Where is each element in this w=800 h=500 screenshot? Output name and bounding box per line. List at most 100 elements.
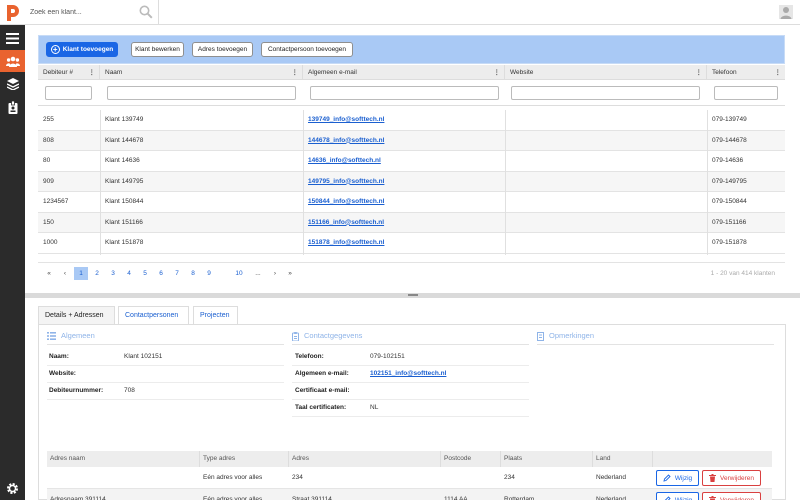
cell-name: Klant 151166 bbox=[105, 218, 143, 226]
page-button[interactable]: 3 bbox=[106, 267, 120, 280]
column-menu-icon[interactable]: ⋮ bbox=[89, 65, 96, 80]
filter-name-input[interactable] bbox=[107, 86, 296, 100]
delete-address-button[interactable]: Verwijderen bbox=[702, 470, 761, 486]
email-label: Algemeen e-mail: bbox=[295, 370, 349, 377]
cell-email[interactable]: 151878_info@softtech.nl bbox=[303, 233, 505, 254]
column-header-email[interactable]: Algemeen e-mail ⋮ bbox=[303, 65, 505, 80]
address-column-header[interactable]: Plaats bbox=[501, 451, 593, 467]
column-header-website[interactable]: Website ⋮ bbox=[505, 65, 707, 80]
page-button[interactable]: 1 bbox=[74, 267, 88, 280]
cell-email[interactable]: 151166_info@softtech.nl bbox=[303, 213, 505, 234]
debtor-number-value: 708 bbox=[124, 387, 135, 394]
splitter-grip-icon[interactable] bbox=[408, 294, 418, 296]
badge-icon[interactable] bbox=[0, 96, 25, 118]
table-row[interactable]: 1234567 Klant 150844 150844_info@softtech.… bbox=[38, 192, 785, 213]
address-column-header[interactable]: Postcode bbox=[441, 451, 501, 467]
pencil-icon bbox=[664, 496, 671, 500]
column-menu-icon[interactable]: ⋮ bbox=[696, 65, 703, 80]
column-divider bbox=[100, 110, 101, 255]
cell-phone: 079-150844 bbox=[712, 198, 747, 205]
prev-page-button[interactable]: ‹ bbox=[58, 267, 72, 280]
address-cell-address: 234 bbox=[292, 474, 303, 481]
edit-client-button[interactable]: Klant bewerken bbox=[131, 42, 184, 57]
section-contact-title: Contactgegevens bbox=[292, 330, 362, 342]
tab-contacts[interactable]: Contactpersonen bbox=[118, 306, 189, 324]
cell-debtor: 255 bbox=[43, 116, 54, 123]
last-page-button[interactable]: » bbox=[283, 267, 297, 280]
divider bbox=[292, 416, 529, 417]
website-label: Website: bbox=[49, 370, 76, 377]
page-button[interactable]: 2 bbox=[90, 267, 104, 280]
edit-address-button[interactable]: Wijzig bbox=[656, 492, 699, 500]
table-row[interactable]: 80 Klant 14636 14636_info@softtech.nl 079-1… bbox=[38, 151, 785, 172]
menu-icon[interactable] bbox=[0, 27, 25, 49]
search-icon[interactable] bbox=[139, 5, 153, 21]
column-menu-icon[interactable]: ⋮ bbox=[292, 65, 299, 80]
add-client-button[interactable]: + Klant toevoegen bbox=[46, 42, 118, 57]
cell-phone: 079-151166 bbox=[712, 218, 747, 226]
tab-projects[interactable]: Projecten bbox=[193, 306, 238, 324]
page-button[interactable]: 7 bbox=[170, 267, 184, 280]
cell-debtor: 150 bbox=[43, 218, 54, 226]
column-menu-icon[interactable]: ⋮ bbox=[775, 65, 782, 80]
edit-client-label: Klant bewerken bbox=[135, 46, 180, 53]
cell-email[interactable]: 150844_info@softtech.nl bbox=[303, 192, 505, 213]
column-header-phone[interactable]: Telefoon ⋮ bbox=[707, 65, 785, 80]
filter-email-input[interactable] bbox=[310, 86, 499, 100]
delete-address-button[interactable]: Verwijderen bbox=[702, 492, 761, 500]
column-divider bbox=[303, 110, 304, 255]
address-cell-type: Eén adres voor alles bbox=[203, 496, 263, 500]
address-column-header[interactable]: Type adres bbox=[200, 451, 289, 467]
filter-website-input[interactable] bbox=[511, 86, 700, 100]
edit-label: Wijzig bbox=[674, 496, 693, 500]
address-column-header[interactable]: Adres naam bbox=[47, 451, 200, 467]
cell-phone: 079-144678 bbox=[712, 136, 747, 144]
table-row[interactable]: 150 Klant 151166 151166_info@softtech.nl 07… bbox=[38, 212, 785, 234]
search-input[interactable] bbox=[30, 7, 140, 18]
column-header-debtor[interactable]: Debiteur # ⋮ bbox=[38, 65, 100, 80]
first-page-button[interactable]: « bbox=[42, 267, 56, 280]
column-header-name[interactable]: Naam ⋮ bbox=[100, 65, 303, 80]
address-row[interactable]: Adresnaam 391114 Eén adres voor alles Stra… bbox=[47, 489, 772, 500]
page-button[interactable]: 8 bbox=[186, 267, 200, 280]
page-button[interactable]: 4 bbox=[122, 267, 136, 280]
section-remarks-label: Opmerkingen bbox=[549, 331, 595, 340]
address-column-header[interactable]: Land bbox=[593, 451, 653, 467]
page-button[interactable]: 5 bbox=[138, 267, 152, 280]
cell-website bbox=[505, 233, 707, 254]
email-link[interactable]: 102151_info@softtech.nl bbox=[370, 367, 446, 380]
table-row[interactable]: 909 Klant 149795 149795_info@softtech.nl 07… bbox=[38, 171, 785, 193]
details-panel: Algemeen Naam: Klant 102151 Website: Deb… bbox=[38, 324, 786, 500]
next-page-button[interactable]: › bbox=[268, 267, 282, 280]
layers-icon[interactable] bbox=[0, 73, 25, 95]
gear-icon[interactable] bbox=[0, 477, 25, 500]
cell-email[interactable]: 149795_info@softtech.nl bbox=[303, 172, 505, 193]
address-cell-country: Nederland bbox=[596, 474, 626, 481]
table-row[interactable]: 808 Klant 144678 144678_info@softtech.nl 07… bbox=[38, 130, 785, 152]
page-button[interactable]: 9 bbox=[202, 267, 216, 280]
page-button[interactable]: 10 bbox=[232, 267, 246, 280]
table-row[interactable]: 1000 Klant 151878 151878_info@softtech.nl 0… bbox=[38, 233, 785, 254]
cell-email[interactable]: 139749_info@softtech.nl bbox=[303, 110, 505, 131]
cell-email[interactable]: 144678_info@softtech.nl bbox=[303, 131, 505, 152]
panel-splitter[interactable] bbox=[25, 293, 800, 298]
cell-debtor: 808 bbox=[43, 136, 54, 144]
filter-phone-input[interactable] bbox=[714, 86, 778, 100]
cell-email[interactable]: 14636_info@softtech.nl bbox=[303, 151, 505, 172]
cert-language-label: Taal certificaten: bbox=[295, 404, 347, 411]
table-row[interactable]: 255 Klant 139749 139749_info@softtech.nl 07… bbox=[38, 110, 785, 131]
add-address-button[interactable]: Adres toevoegen bbox=[192, 42, 253, 57]
logo-icon[interactable] bbox=[0, 0, 25, 25]
address-column-header[interactable]: Adres bbox=[289, 451, 441, 467]
cert-email-label: Certificaat e-mail: bbox=[295, 387, 350, 394]
add-contact-button[interactable]: Contactpersoon toevoegen bbox=[261, 42, 353, 57]
page-button[interactable]: ... bbox=[251, 267, 265, 280]
filter-debtor-input[interactable] bbox=[45, 86, 92, 100]
tab-details[interactable]: Details + Adressen bbox=[38, 306, 115, 324]
edit-address-button[interactable]: Wijzig bbox=[656, 470, 699, 486]
clients-icon[interactable] bbox=[0, 50, 25, 72]
user-icon[interactable] bbox=[779, 5, 793, 21]
page-button[interactable]: 6 bbox=[154, 267, 168, 280]
address-row[interactable]: Eén adres voor alles 234 234 Nederland Wijzi… bbox=[47, 467, 772, 489]
column-menu-icon[interactable]: ⋮ bbox=[494, 65, 501, 80]
